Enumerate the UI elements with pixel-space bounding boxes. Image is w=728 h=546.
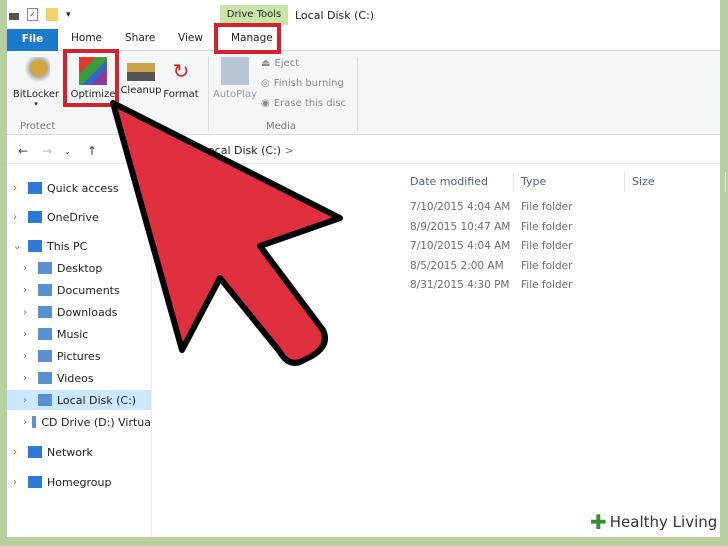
red-arrow-annotation (110, 100, 343, 366)
arrow-pointer (110, 100, 343, 366)
